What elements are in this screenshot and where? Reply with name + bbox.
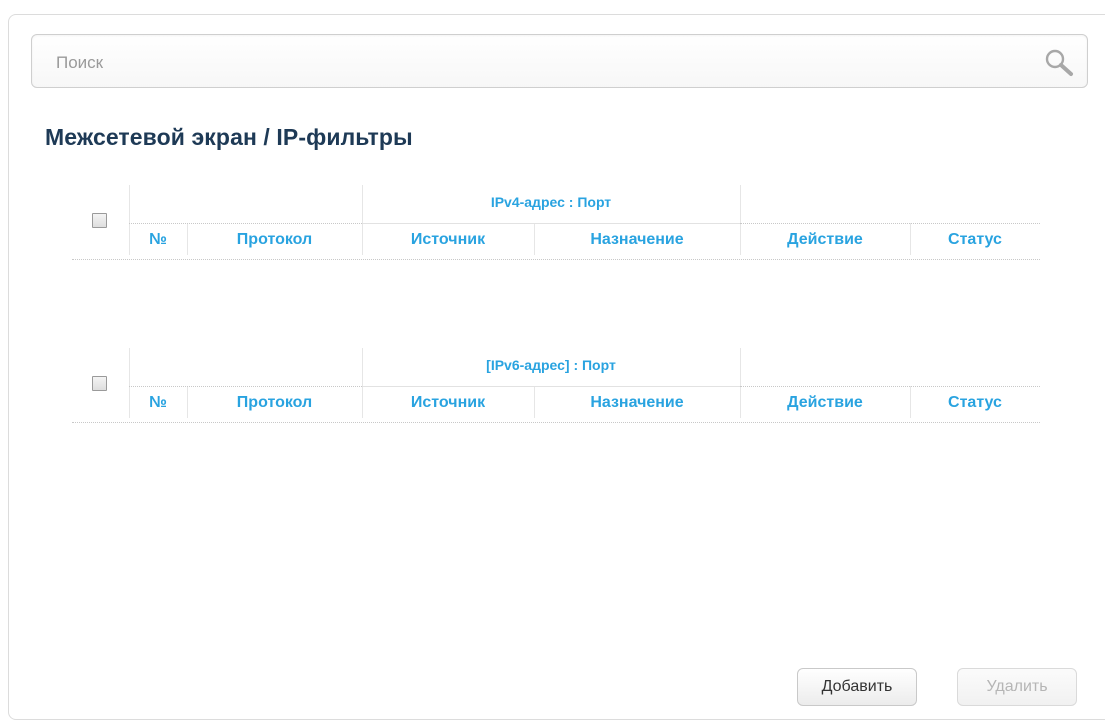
ipv4-col-status[interactable]: Статус xyxy=(910,231,1040,249)
ipv4-group-header: IPv4-адрес : Порт xyxy=(490,194,612,210)
ipv4-col-action[interactable]: Действие xyxy=(740,231,910,249)
ipv4-col-number[interactable]: № xyxy=(129,231,187,249)
ipv6-col-destination[interactable]: Назначение xyxy=(534,394,740,412)
search-box[interactable] xyxy=(31,34,1088,88)
ipv6-col-source[interactable]: Источник xyxy=(362,394,534,412)
ipv4-select-all-checkbox[interactable] xyxy=(92,213,107,228)
delete-button[interactable]: Удалить xyxy=(957,668,1077,706)
search-icon[interactable] xyxy=(1042,47,1076,77)
ipv6-col-status[interactable]: Статус xyxy=(910,394,1040,412)
ipv6-col-number[interactable]: № xyxy=(129,394,187,412)
page-title: Межсетевой экран / IP-фильтры xyxy=(45,124,413,150)
ipv6-select-all-checkbox[interactable] xyxy=(92,376,107,391)
ipv6-col-protocol[interactable]: Протокол xyxy=(187,394,362,412)
ipv4-col-protocol[interactable]: Протокол xyxy=(187,231,362,249)
search-input[interactable] xyxy=(54,49,1018,77)
ipv4-col-destination[interactable]: Назначение xyxy=(534,231,740,249)
add-button[interactable]: Добавить xyxy=(797,668,917,706)
ipv6-col-action[interactable]: Действие xyxy=(740,394,910,412)
ipv6-group-header: [IPv6-адрес] : Порт xyxy=(486,357,616,373)
ipv4-col-source[interactable]: Источник xyxy=(362,231,534,249)
